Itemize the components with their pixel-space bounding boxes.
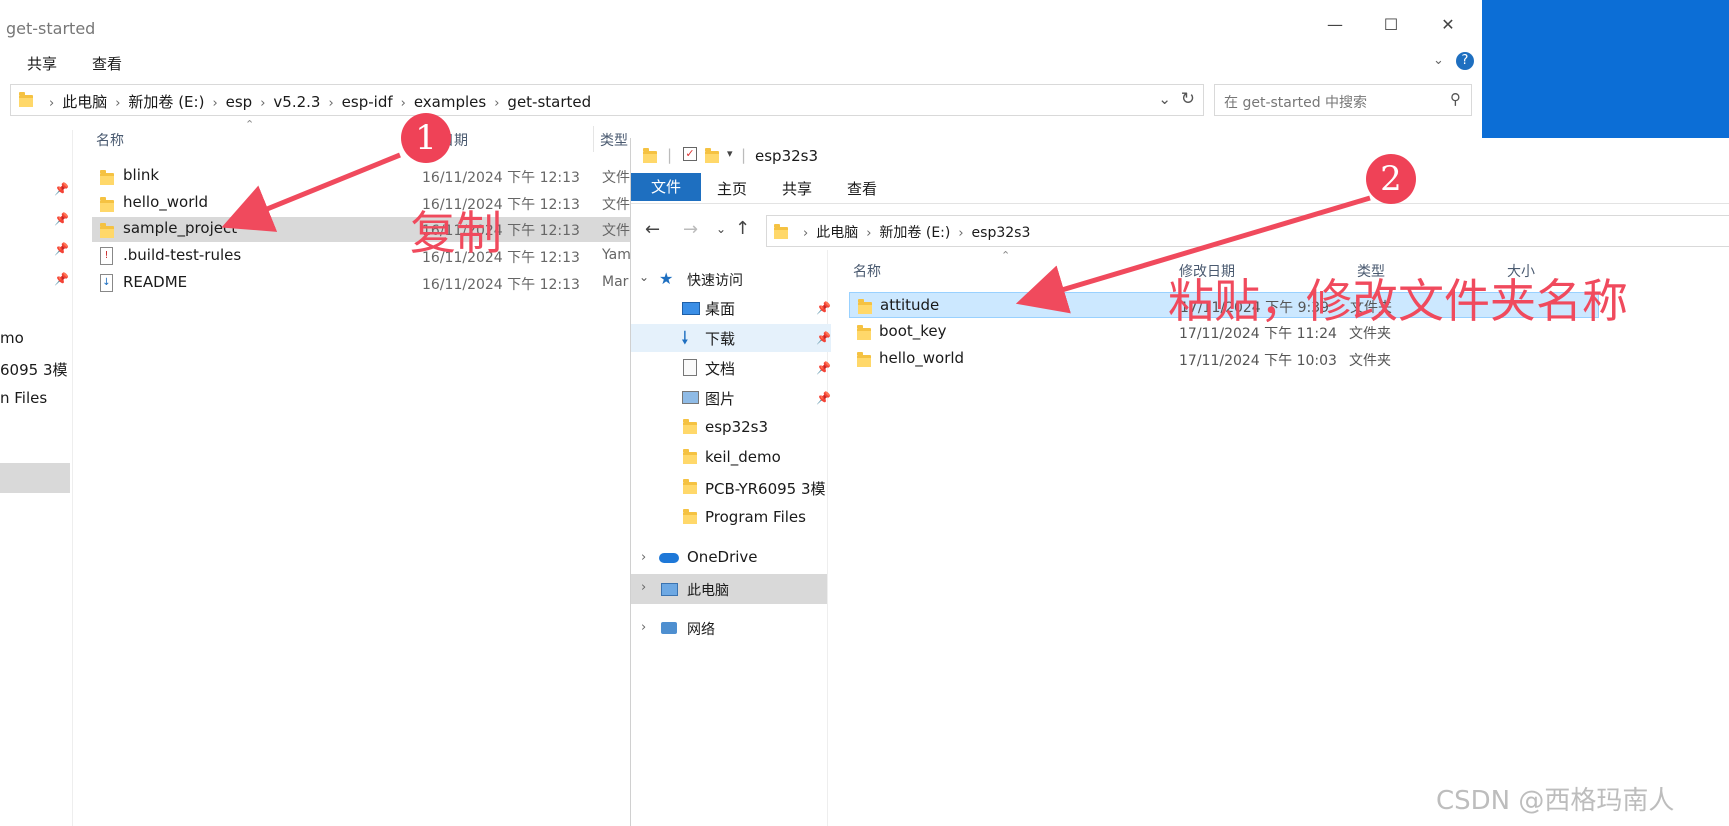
watermark: CSDN @西格玛南人 [1436,786,1675,816]
arrow-copy [221,152,401,232]
annotation-arrows [221,152,1371,314]
step-badge-2: 2 [1366,154,1416,204]
annotation-copy: 复制 [410,206,502,260]
annotation-paste: 粘贴，修改文件夹名称 [1168,274,1628,328]
step-badge-1: 1 [401,113,451,163]
